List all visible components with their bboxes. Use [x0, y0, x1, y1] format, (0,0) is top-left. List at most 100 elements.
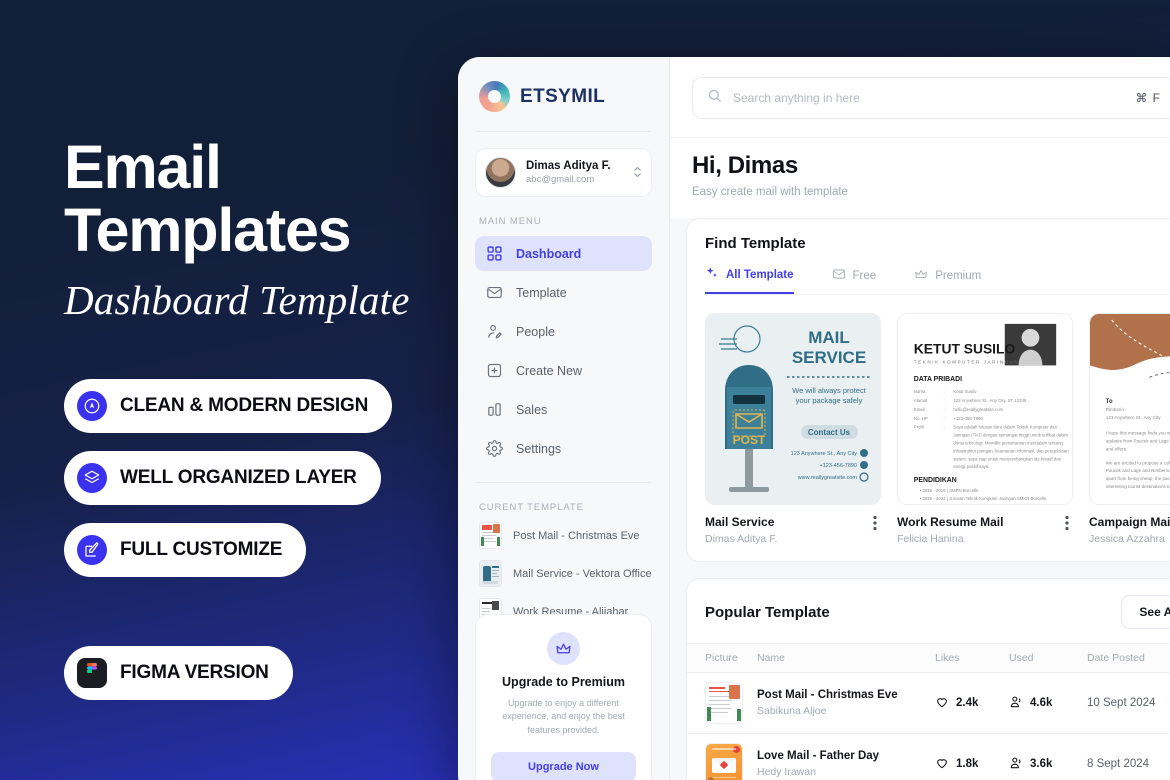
row-likes-value: 1.8k: [956, 758, 979, 770]
tab-label: All Template: [726, 268, 794, 281]
svg-text:hello@reallygreatsite.com: hello@reallygreatsite.com: [953, 407, 1003, 412]
tab-all-template[interactable]: All Template: [705, 266, 794, 294]
sidebar-item-label: Create New: [516, 363, 582, 378]
row-template-name: Post Mail - Christmas Eve: [757, 689, 898, 701]
svg-text:KETUT SUSILO: KETUT SUSILO: [914, 341, 1016, 357]
table-header-row: Picture Name Likes Used Date Posted: [687, 643, 1170, 673]
upgrade-now-button[interactable]: Upgrade Now: [491, 752, 636, 780]
figma-icon: [77, 658, 107, 688]
crown-icon: [547, 631, 580, 665]
svg-text:We will always protect: We will always protect: [792, 386, 867, 395]
row-used-value: 3.6k: [1030, 758, 1053, 770]
svg-text:123 Anywhere St., Any City: 123 Anywhere St., Any City: [791, 451, 858, 457]
user-profile-card[interactable]: Dimas Aditya F. abc@gmail.com: [475, 148, 652, 197]
sidebar-item-dashboard[interactable]: Dashboard: [475, 236, 652, 271]
etsymil-logo-icon: [479, 81, 510, 112]
svg-text:energi positif saya.: energi positif saya.: [953, 464, 989, 469]
svg-text:and offers.: and offers.: [1106, 446, 1127, 451]
edit-square-icon: [77, 535, 107, 565]
topbar: ⌘ F: [670, 57, 1170, 138]
svg-text::: :: [943, 398, 944, 403]
sparkles-icon: [705, 266, 719, 283]
user-edit-icon: [486, 323, 503, 340]
people-icon: [1009, 695, 1023, 712]
template-preview: POST MAIL SERVICE We will always protect…: [705, 313, 881, 505]
template-card-name: Work Resume Mail: [897, 515, 1004, 529]
svg-text:Nama: Nama: [914, 389, 926, 394]
template-card-name: Campaign Mail: [1089, 515, 1170, 529]
svg-text:infrastruktur jaringan, keaman: infrastruktur jaringan, keamanan informa…: [953, 448, 1069, 453]
svg-text:www.reallygreatsite.com: www.reallygreatsite.com: [797, 475, 858, 481]
people-icon: [1009, 756, 1023, 773]
template-card-name: Mail Service: [705, 515, 775, 529]
see-all-button[interactable]: See All: [1121, 595, 1170, 629]
template-preview: To Rimberio 123 Anywhere St., Any City I…: [1089, 313, 1170, 505]
svg-text:dunia teknologi. Memiliki pema: dunia teknologi. Memiliki pemahaman mend…: [953, 440, 1063, 445]
svg-text::: :: [943, 389, 944, 394]
sidebar-item-people[interactable]: People: [475, 314, 652, 349]
row-picture-cell: [687, 733, 757, 780]
template-card-list: POST MAIL SERVICE We will always protect…: [705, 295, 1170, 561]
current-template-item[interactable]: Post Mail - Christmas Eve: [475, 522, 652, 549]
row-used-value: 4.6k: [1030, 697, 1053, 709]
template-card-author: Dimas Aditya F.: [705, 533, 778, 545]
sidebar-item-template[interactable]: Template: [475, 275, 652, 310]
template-card-author: Felicia Hanina: [897, 533, 964, 545]
current-template-item[interactable]: Mail Service - Vektora Office: [475, 560, 652, 587]
feature-pill-label: CLEAN & MODERN DESIGN: [120, 395, 369, 416]
svg-text:Contact Us: Contact Us: [808, 428, 851, 437]
scroll-content: Hi, Dimas Easy create mail with template…: [670, 138, 1170, 780]
more-options-icon[interactable]: [1065, 515, 1073, 532]
sidebar-item-label: Template: [516, 285, 567, 300]
template-card-campaign-mail[interactable]: To Rimberio 123 Anywhere St., Any City I…: [1089, 313, 1170, 545]
main-menu-label: MAIN MENU: [479, 216, 542, 227]
svg-text:Jaringan (TKJ) dengan semangat: Jaringan (TKJ) dengan semangat tinggi un…: [953, 433, 1068, 438]
find-template-panel: Find Template All Template Free Premium …: [686, 218, 1170, 562]
template-preview: KETUT SUSILO TEKNIK KOMPUTER JARINGAN DA…: [897, 313, 1073, 505]
upgrade-description: Upgrade to enjoy a different experience,…: [502, 697, 625, 735]
template-card-mail-service[interactable]: POST MAIL SERVICE We will always protect…: [705, 313, 881, 545]
sidebar-item-create-new[interactable]: Create New: [475, 353, 652, 388]
chevron-updown-icon[interactable]: [633, 164, 642, 182]
dashboard-window: ETSYMIL Dimas Aditya F. abc@gmail.com MA…: [458, 57, 1170, 780]
sidebar-item-label: Settings: [516, 441, 562, 456]
brand[interactable]: ETSYMIL: [475, 57, 652, 131]
svg-text:PENDIDIKAN: PENDIDIKAN: [914, 477, 957, 484]
tab-premium[interactable]: Premium: [914, 266, 981, 294]
gear-icon: [486, 440, 503, 457]
more-options-icon[interactable]: [873, 515, 881, 532]
sidebar-item-sales[interactable]: Sales: [475, 392, 652, 427]
svg-text:TEKNIK KOMPUTER JARINGAN: TEKNIK KOMPUTER JARINGAN: [914, 359, 1019, 364]
feature-pill-label: FULL CUSTOMIZE: [120, 539, 283, 560]
upgrade-title: Upgrade to Premium: [502, 674, 625, 689]
row-name-cell: Post Mail - Christmas Eve Sabikuna Aljoe: [757, 672, 935, 734]
column-header-name: Name: [757, 643, 935, 673]
row-likes-value: 2.4k: [956, 697, 979, 709]
table-row[interactable]: Love Mail - Father Day Hedy Irawan 1.8k …: [687, 733, 1170, 780]
svg-text:To: To: [1106, 399, 1113, 405]
column-header-date-posted: Date Posted: [1087, 643, 1170, 673]
row-date-posted: 8 Sept 2024: [1087, 733, 1170, 780]
svg-text::: :: [943, 425, 944, 430]
row-template-name: Love Mail - Father Day: [757, 750, 880, 762]
tab-free[interactable]: Free: [832, 266, 876, 294]
svg-text:POST: POST: [733, 433, 766, 447]
search-icon: [707, 88, 722, 108]
svg-text:apart from being cheap, the pa: apart from being cheap, the package also…: [1106, 476, 1170, 481]
row-name-cell: Love Mail - Father Day Hedy Irawan: [757, 733, 935, 780]
search-bar[interactable]: ⌘ F: [692, 77, 1170, 119]
plus-square-icon: [486, 362, 503, 379]
row-used-cell: 4.6k: [1009, 672, 1087, 734]
svg-text:I hope this message finds you: I hope this message finds you well. I am…: [1106, 431, 1170, 436]
template-card-work-resume-mail[interactable]: KETUT SUSILO TEKNIK KOMPUTER JARINGAN DA…: [897, 313, 1073, 545]
sidebar-item-label: Dashboard: [516, 246, 582, 261]
search-input[interactable]: [733, 91, 1125, 105]
sidebar-item-settings[interactable]: Settings: [475, 431, 652, 466]
table-row[interactable]: Post Mail - Christmas Eve Sabikuna Aljoe: [687, 672, 1170, 734]
svg-text:Alamat: Alamat: [914, 398, 928, 403]
upgrade-premium-card: Upgrade to Premium Upgrade to enjoy a di…: [475, 613, 652, 780]
bar-chart-icon: [486, 401, 503, 418]
column-header-likes: Likes: [935, 643, 1009, 673]
feature-pill-well-organized-layer: WELL ORGANIZED LAYER: [64, 451, 381, 505]
svg-text:123 Anywhere St., Any City, ST: 123 Anywhere St., Any City, ST 12345: [953, 398, 1027, 403]
